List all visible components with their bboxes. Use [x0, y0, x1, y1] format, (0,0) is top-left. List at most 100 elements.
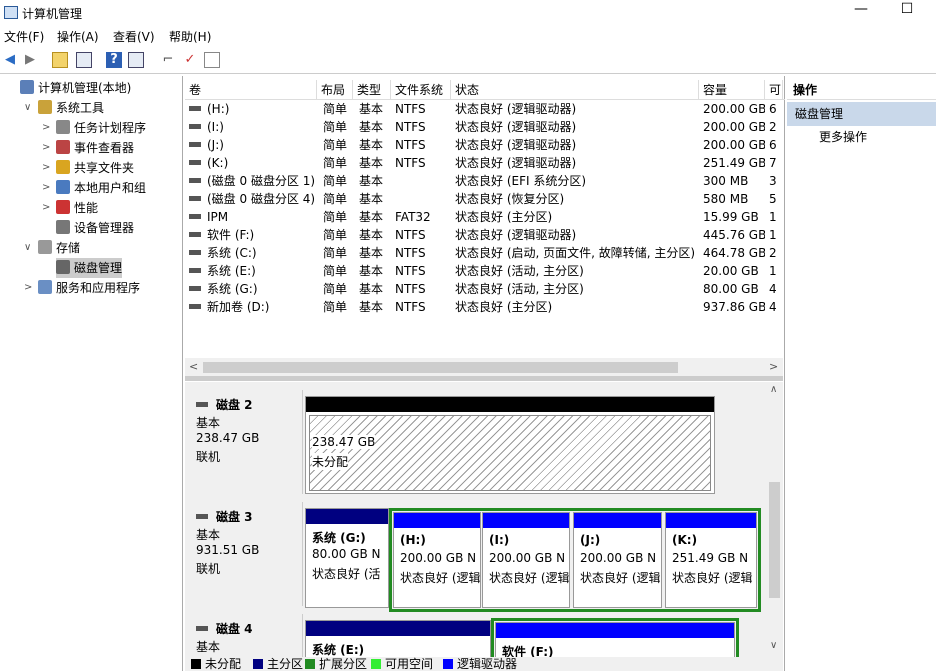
volume-name: (I:): [207, 120, 224, 134]
forward-icon[interactable]: ▶: [22, 52, 38, 68]
scroll-thumb[interactable]: [203, 362, 678, 373]
table-row[interactable]: (H:) 简单 基本 NTFS 状态良好 (逻辑驱动器) 200.00 GB 6: [185, 100, 785, 118]
unallocated-partition[interactable]: 238.47 GB 未分配: [305, 396, 715, 494]
cell-t: 基本: [359, 102, 384, 116]
table-row[interactable]: (K:) 简单 基本 NTFS 状态良好 (逻辑驱动器) 251.49 GB 7: [185, 154, 785, 172]
scroll-down-icon[interactable]: ∨: [770, 640, 777, 651]
tree-item-label: 设备管理器: [74, 221, 135, 235]
table-row[interactable]: 系统 (E:) 简单 基本 NTFS 状态良好 (活动, 主分区) 20.00 GB 1: [185, 262, 785, 280]
tree-item[interactable]: > 本地用户和组: [42, 178, 146, 198]
cell-l: 简单: [323, 210, 348, 224]
col-filesystem[interactable]: 文件系统: [391, 80, 451, 100]
menu-action[interactable]: 操作(A): [57, 28, 99, 45]
tree-item-icon: [38, 240, 52, 254]
legend-item: 逻辑驱动器: [443, 657, 517, 671]
tree-item[interactable]: 计算机管理(本地): [20, 78, 131, 98]
legend-swatch: [253, 659, 263, 669]
actions-section-disk-management[interactable]: 磁盘管理: [787, 102, 936, 126]
menu-view[interactable]: 查看(V): [113, 28, 155, 45]
minimize-button[interactable]: —: [838, 0, 884, 20]
expand-icon[interactable]: >: [42, 158, 50, 178]
tree-item[interactable]: 磁盘管理: [56, 258, 123, 278]
disk-size: 238.47 GB: [196, 431, 260, 445]
partition-j[interactable]: (J:) 200.00 GB N 状态良好 (逻辑: [573, 512, 662, 608]
cell-f: NTFS: [395, 264, 426, 278]
cell-t: 基本: [359, 264, 384, 278]
volume-name: 软件 (F:): [207, 228, 255, 242]
col-layout[interactable]: 布局: [317, 80, 353, 100]
vertical-scrollbar[interactable]: ∧ ∨: [766, 382, 783, 671]
expand-icon[interactable]: >: [42, 138, 50, 158]
cell-x: 1: [769, 210, 777, 224]
disk-3-label[interactable]: 磁盘 3 基本 931.51 GB 联机: [188, 502, 303, 606]
check-icon[interactable]: ✓: [182, 52, 198, 68]
expand-icon[interactable]: >: [24, 278, 32, 298]
tree-item[interactable]: > 服务和应用程序: [24, 278, 140, 298]
col-capacity[interactable]: 容量: [699, 80, 765, 100]
partition-k[interactable]: (K:) 251.49 GB N 状态良好 (逻辑: [665, 512, 757, 608]
scroll-left-icon[interactable]: <: [189, 360, 198, 373]
partition-name: (K:): [672, 533, 698, 547]
cell-v: 软件 (F:): [189, 226, 317, 244]
scroll-thumb[interactable]: [769, 482, 780, 598]
tree-item[interactable]: ∨ 存储: [24, 238, 80, 258]
help-icon[interactable]: ?: [106, 52, 122, 68]
partition-g[interactable]: 系统 (G:) 80.00 GB N 状态良好 (活: [305, 508, 389, 608]
tree-item[interactable]: > 任务计划程序: [42, 118, 146, 138]
col-volume[interactable]: 卷: [185, 80, 317, 100]
connect-icon[interactable]: ⌐: [160, 52, 176, 68]
table-row[interactable]: 系统 (G:) 简单 基本 NTFS 状态良好 (活动, 主分区) 80.00 GB 4: [185, 280, 785, 298]
expand-icon[interactable]: >: [42, 118, 50, 138]
menu-help[interactable]: 帮助(H): [169, 28, 211, 45]
col-free[interactable]: 可: [765, 80, 783, 100]
table-row[interactable]: IPM 简单 基本 FAT32 状态良好 (主分区) 15.99 GB 1: [185, 208, 785, 226]
scroll-up-icon[interactable]: ∧: [770, 384, 777, 395]
partition-i[interactable]: (I:) 200.00 GB N 状态良好 (逻辑: [482, 512, 570, 608]
tree-item[interactable]: 设备管理器: [56, 218, 134, 238]
disk-graphical-view: 磁盘 2 基本 238.47 GB 联机 238.47 GB 未分配 磁盘 3 …: [185, 382, 766, 671]
table-row[interactable]: 新加卷 (D:) 简单 基本 NTFS 状态良好 (主分区) 937.86 GB 4: [185, 298, 785, 316]
cell-v: IPM: [189, 208, 317, 226]
maximize-button[interactable]: ☐: [884, 0, 930, 20]
back-icon[interactable]: ◀: [2, 52, 18, 68]
cell-l: 简单: [323, 228, 348, 242]
cell-l: 简单: [323, 156, 348, 170]
col-status[interactable]: 状态: [451, 80, 699, 100]
up-folder-icon[interactable]: [52, 52, 68, 68]
pane-splitter[interactable]: [185, 376, 783, 381]
properties-icon[interactable]: [204, 52, 220, 68]
table-row[interactable]: (磁盘 0 磁盘分区 1) 简单 基本 状态良好 (EFI 系统分区) 300 MB 3: [185, 172, 785, 190]
actions-header: 操作: [787, 80, 936, 100]
tree-item[interactable]: > 性能: [42, 198, 98, 218]
table-row[interactable]: (J:) 简单 基本 NTFS 状态良好 (逻辑驱动器) 200.00 GB 6: [185, 136, 785, 154]
more-actions-link[interactable]: 更多操作: [819, 128, 867, 146]
disk-2-label[interactable]: 磁盘 2 基本 238.47 GB 联机: [188, 390, 303, 494]
expand-icon[interactable]: >: [42, 178, 50, 198]
tree-item[interactable]: > 事件查看器: [42, 138, 134, 158]
menu-file[interactable]: 文件(F): [4, 28, 44, 45]
tree-item[interactable]: > 共享文件夹: [42, 158, 134, 178]
expand-icon[interactable]: >: [42, 198, 50, 218]
scroll-right-icon[interactable]: >: [769, 360, 778, 373]
table-row[interactable]: (I:) 简单 基本 NTFS 状态良好 (逻辑驱动器) 200.00 GB 2: [185, 118, 785, 136]
table-row[interactable]: 软件 (F:) 简单 基本 NTFS 状态良好 (逻辑驱动器) 445.76 GB 1: [185, 226, 785, 244]
horizontal-scrollbar[interactable]: < >: [185, 358, 783, 376]
cell-t: 基本: [359, 192, 384, 206]
cell-l: 简单: [323, 264, 348, 278]
cell-f: NTFS: [395, 138, 426, 152]
legend-swatch: [371, 659, 381, 669]
partition-size: 200.00 GB N: [489, 551, 566, 565]
tree-item[interactable]: ∨ 系统工具: [24, 98, 104, 118]
disk-state: 联机: [196, 562, 221, 576]
cell-x: 4: [769, 300, 777, 314]
action-pane-icon[interactable]: [128, 52, 144, 68]
show-hide-tree-icon[interactable]: [76, 52, 92, 68]
col-type[interactable]: 类型: [353, 80, 391, 100]
collapse-icon[interactable]: ∨: [24, 98, 31, 118]
disk-type: 基本: [196, 640, 221, 654]
partition-h[interactable]: (H:) 200.00 GB N 状态良好 (逻辑: [393, 512, 481, 608]
cell-x: 1: [769, 264, 777, 278]
table-row[interactable]: 系统 (C:) 简单 基本 NTFS 状态良好 (启动, 页面文件, 故障转储, 主分区…: [185, 244, 785, 262]
table-row[interactable]: (磁盘 0 磁盘分区 4) 简单 基本 状态良好 (恢复分区) 580 MB 5: [185, 190, 785, 208]
collapse-icon[interactable]: ∨: [24, 238, 31, 258]
